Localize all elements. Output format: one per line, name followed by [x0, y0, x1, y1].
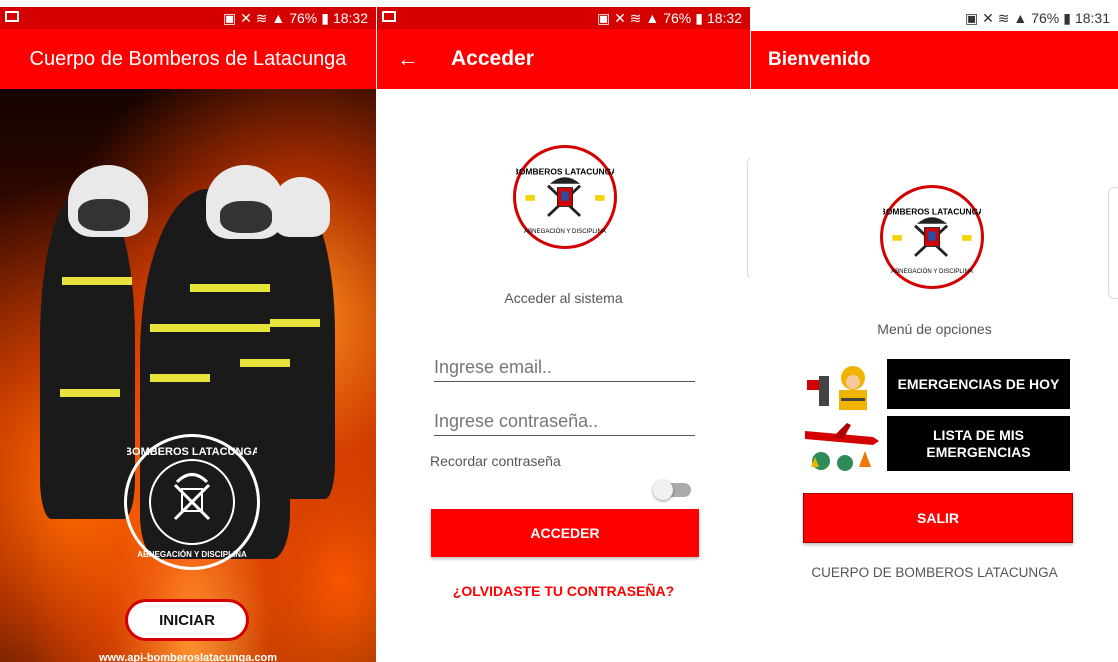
email-field[interactable]: Ingrese email..	[434, 357, 695, 382]
screen-login: ▣ ✕ ≋ ▲ 76% ▮ 18:32 ← Acceder BOMBEROS L…	[377, 7, 750, 662]
status-icons: ▣ ✕ ≋ ▲	[596, 9, 660, 26]
status-bar: ▣ ✕ ≋ ▲ 76% ▮ 18:32	[377, 7, 750, 29]
login-button[interactable]: ACCEDER	[431, 509, 699, 557]
list-button-line2: EMERGENCIAS	[926, 443, 1031, 460]
login-subtitle: Acceder al sistema	[504, 290, 623, 306]
remember-label: Recordar contraseña	[430, 453, 561, 469]
password-field[interactable]: Ingrese contraseña..	[434, 411, 695, 436]
battery-percent: 76%	[289, 10, 318, 26]
screen-splash: ▣ ✕ ≋ ▲ 76% ▮ 18:32 Cuerpo de Bomberos d…	[0, 7, 376, 662]
image-notification-icon	[382, 11, 396, 22]
background-card-edge	[1108, 187, 1118, 299]
clock: 18:31	[1074, 10, 1110, 26]
remember-toggle[interactable]	[653, 480, 691, 500]
clock: 18:32	[706, 10, 742, 26]
app-title: Acceder	[451, 47, 534, 70]
firefighter-icon	[805, 362, 881, 412]
back-arrow-icon[interactable]: ←	[397, 46, 419, 72]
app-title: Bienvenido	[768, 49, 871, 70]
my-emergencies-list-button[interactable]: LISTA DE MIS EMERGENCIAS	[887, 416, 1070, 471]
bomberos-logo: BOMBEROS LATACUNGA ABNEGACIÓN Y DISCIPLI…	[513, 145, 617, 249]
firefighters-hero-image: BOMBEROS LATACUNGA ABNEGACIÓN Y DISCIPLI…	[0, 89, 376, 662]
screen-menu: ▣ ✕ ≋ ▲ 76% ▮ 18:31 Bienvenido BOMBEROS …	[751, 7, 1118, 662]
svg-text:ABNEGACIÓN Y DISCIPLINA: ABNEGACIÓN Y DISCIPLINA	[524, 228, 607, 235]
svg-text:BOMBEROS LATACUNGA: BOMBEROS LATACUNGA	[516, 166, 614, 176]
bomberos-logo: BOMBEROS LATACUNGA ABNEGACIÓN Y DISCIPLI…	[880, 185, 984, 289]
status-bar: ▣ ✕ ≋ ▲ 76% ▮ 18:32	[0, 7, 376, 29]
footer-text: CUERPO DE BOMBEROS LATACUNGA	[811, 565, 1058, 580]
plane-fire-icon	[803, 417, 881, 472]
forgot-password-link[interactable]: ¿OLVIDASTE TU CONTRASEÑA?	[377, 583, 750, 599]
app-title: Cuerpo de Bomberos de Latacunga	[29, 47, 347, 70]
helmet	[272, 177, 330, 237]
svg-text:BOMBEROS LATACUNGA: BOMBEROS LATACUNGA	[127, 446, 257, 458]
status-bar: ▣ ✕ ≋ ▲ 76% ▮ 18:31	[751, 7, 1118, 29]
clock: 18:32	[332, 10, 368, 26]
app-bar: Cuerpo de Bomberos de Latacunga	[0, 29, 376, 89]
status-icons: ▣ ✕ ≋ ▲	[222, 9, 286, 26]
start-button[interactable]: INICIAR	[125, 599, 249, 641]
status-icons: ▣ ✕ ≋ ▲	[964, 9, 1028, 26]
background-card-edge	[747, 157, 750, 279]
svg-text:BOMBEROS LATACUNGA: BOMBEROS LATACUNGA	[883, 206, 981, 216]
today-emergencies-button[interactable]: EMERGENCIAS DE HOY	[887, 359, 1070, 409]
battery-percent: 76%	[1031, 10, 1060, 26]
list-button-line1: LISTA DE MIS	[933, 426, 1024, 443]
image-notification-icon	[5, 11, 19, 22]
app-bar: Bienvenido	[751, 31, 1118, 89]
battery-icon: ▮	[1063, 9, 1071, 26]
svg-text:ABNEGACIÓN Y DISCIPLINA: ABNEGACIÓN Y DISCIPLINA	[137, 550, 247, 559]
app-bar: ← Acceder	[377, 29, 750, 89]
battery-icon: ▮	[321, 9, 329, 26]
exit-button[interactable]: SALIR	[803, 493, 1073, 543]
svg-text:ABNEGACIÓN Y DISCIPLINA: ABNEGACIÓN Y DISCIPLINA	[891, 268, 974, 275]
battery-percent: 76%	[663, 10, 692, 26]
bomberos-emblem: BOMBEROS LATACUNGA ABNEGACIÓN Y DISCIPLI…	[124, 434, 260, 570]
website-url: www.api-bomberoslatacunga.com	[98, 652, 278, 662]
menu-label: Menú de opciones	[877, 321, 992, 337]
battery-icon: ▮	[695, 9, 703, 26]
